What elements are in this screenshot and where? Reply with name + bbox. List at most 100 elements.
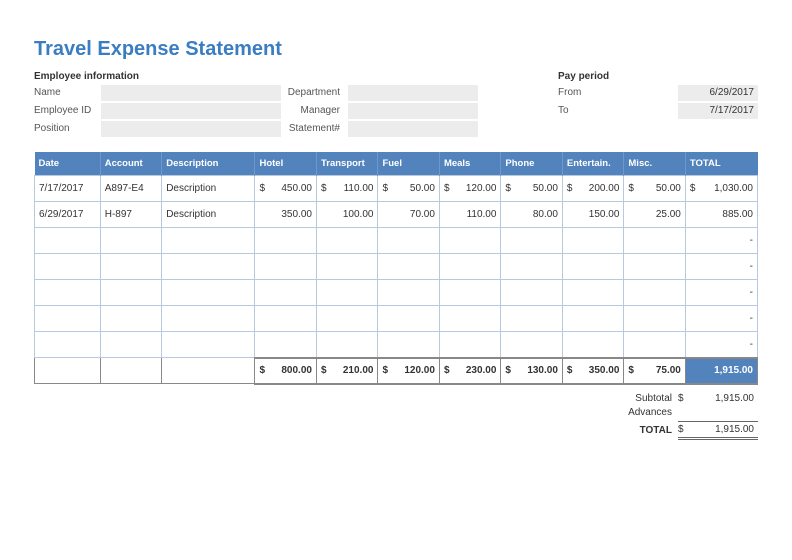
empty-cell[interactable] bbox=[439, 306, 500, 332]
empty-cell[interactable] bbox=[562, 280, 623, 306]
cell-phone[interactable]: 80.00 bbox=[501, 202, 562, 228]
subtotal-value: $1,915.00 bbox=[678, 393, 758, 404]
empty-cell[interactable] bbox=[624, 254, 685, 280]
cell-description[interactable]: Description bbox=[162, 202, 255, 228]
name-input[interactable] bbox=[101, 85, 281, 101]
table-row-empty: - bbox=[35, 332, 758, 358]
table-row-empty: - bbox=[35, 306, 758, 332]
empty-cell[interactable] bbox=[316, 332, 377, 358]
empty-cell[interactable] bbox=[501, 332, 562, 358]
empty-cell[interactable] bbox=[35, 254, 101, 280]
cell-phone[interactable]: $50.00 bbox=[501, 176, 562, 202]
col-hotel: Hotel bbox=[255, 152, 316, 176]
empty-cell[interactable] bbox=[255, 228, 316, 254]
empty-cell[interactable] bbox=[35, 280, 101, 306]
empty-cell[interactable] bbox=[562, 306, 623, 332]
cell-fuel[interactable]: 70.00 bbox=[378, 202, 439, 228]
empty-cell[interactable] bbox=[378, 254, 439, 280]
cell-date[interactable]: 7/17/2017 bbox=[35, 176, 101, 202]
empty-cell[interactable] bbox=[378, 228, 439, 254]
empty-cell[interactable] bbox=[501, 228, 562, 254]
statement-input[interactable] bbox=[348, 121, 478, 137]
col-phone: Phone bbox=[501, 152, 562, 176]
empty-cell[interactable] bbox=[162, 254, 255, 280]
empty-cell[interactable] bbox=[162, 306, 255, 332]
empty-cell[interactable] bbox=[624, 306, 685, 332]
empty-cell[interactable] bbox=[35, 228, 101, 254]
empty-cell[interactable] bbox=[439, 228, 500, 254]
empty-cell[interactable] bbox=[100, 228, 161, 254]
cell-hotel[interactable]: $450.00 bbox=[255, 176, 316, 202]
empty-cell[interactable] bbox=[439, 332, 500, 358]
advances-label: Advances bbox=[598, 407, 678, 418]
name-label: Name bbox=[34, 87, 101, 98]
empty-cell[interactable] bbox=[316, 280, 377, 306]
cell-account[interactable]: H-897 bbox=[100, 202, 161, 228]
empty-cell[interactable] bbox=[501, 254, 562, 280]
col-misc: Misc. bbox=[624, 152, 685, 176]
empty-cell[interactable] bbox=[439, 254, 500, 280]
empty-cell[interactable] bbox=[624, 228, 685, 254]
empty-cell[interactable] bbox=[162, 228, 255, 254]
department-input[interactable] bbox=[348, 85, 478, 101]
cell-transport[interactable]: 100.00 bbox=[316, 202, 377, 228]
position-input[interactable] bbox=[101, 121, 281, 137]
cell-entertain[interactable]: 150.00 bbox=[562, 202, 623, 228]
col-total: TOTAL bbox=[685, 152, 757, 176]
cell-fuel[interactable]: $50.00 bbox=[378, 176, 439, 202]
empty-cell[interactable] bbox=[35, 332, 101, 358]
empty-cell[interactable] bbox=[316, 228, 377, 254]
from-date[interactable]: 6/29/2017 bbox=[678, 85, 758, 101]
col-transport: Transport bbox=[316, 152, 377, 176]
cell-transport[interactable]: $110.00 bbox=[316, 176, 377, 202]
to-date[interactable]: 7/17/2017 bbox=[678, 103, 758, 119]
employee-id-label: Employee ID bbox=[34, 105, 101, 116]
empty-cell[interactable] bbox=[162, 332, 255, 358]
totals-misc: $75.00 bbox=[624, 358, 685, 384]
empty-cell[interactable] bbox=[255, 254, 316, 280]
empty-cell[interactable] bbox=[562, 254, 623, 280]
cell-hotel[interactable]: 350.00 bbox=[255, 202, 316, 228]
empty-cell[interactable] bbox=[255, 280, 316, 306]
summary-section: Subtotal $1,915.00 Advances TOTAL $1,915… bbox=[34, 393, 758, 440]
empty-cell[interactable] bbox=[100, 254, 161, 280]
empty-cell[interactable] bbox=[501, 280, 562, 306]
empty-cell[interactable] bbox=[255, 306, 316, 332]
empty-cell[interactable] bbox=[316, 254, 377, 280]
empty-cell[interactable] bbox=[162, 280, 255, 306]
manager-label: Manager bbox=[281, 105, 346, 116]
empty-cell[interactable] bbox=[624, 332, 685, 358]
empty-cell[interactable] bbox=[562, 332, 623, 358]
empty-cell[interactable] bbox=[378, 280, 439, 306]
totals-meals: $230.00 bbox=[439, 358, 500, 384]
employee-id-input[interactable] bbox=[101, 103, 281, 119]
totals-blank bbox=[100, 358, 161, 384]
empty-cell[interactable] bbox=[378, 306, 439, 332]
cell-meals[interactable]: 110.00 bbox=[439, 202, 500, 228]
empty-cell[interactable] bbox=[316, 306, 377, 332]
cell-misc[interactable]: 25.00 bbox=[624, 202, 685, 228]
grand-total-value: $1,915.00 bbox=[678, 421, 758, 440]
empty-cell[interactable] bbox=[378, 332, 439, 358]
empty-cell[interactable] bbox=[35, 306, 101, 332]
page-title: Travel Expense Statement bbox=[34, 38, 758, 61]
cell-entertain[interactable]: $200.00 bbox=[562, 176, 623, 202]
cell-meals[interactable]: $120.00 bbox=[439, 176, 500, 202]
empty-cell[interactable] bbox=[255, 332, 316, 358]
empty-cell: - bbox=[685, 280, 757, 306]
totals-total: 1,915.00 bbox=[685, 358, 757, 384]
cell-date[interactable]: 6/29/2017 bbox=[35, 202, 101, 228]
cell-account[interactable]: A897-E4 bbox=[100, 176, 161, 202]
empty-cell[interactable] bbox=[624, 280, 685, 306]
empty-cell[interactable] bbox=[562, 228, 623, 254]
manager-input[interactable] bbox=[348, 103, 478, 119]
cell-description[interactable]: Description bbox=[162, 176, 255, 202]
position-label: Position bbox=[34, 123, 101, 134]
empty-cell[interactable] bbox=[501, 306, 562, 332]
empty-cell[interactable] bbox=[439, 280, 500, 306]
cell-misc[interactable]: $50.00 bbox=[624, 176, 685, 202]
totals-hotel: $800.00 bbox=[255, 358, 316, 384]
empty-cell[interactable] bbox=[100, 306, 161, 332]
empty-cell[interactable] bbox=[100, 332, 161, 358]
empty-cell[interactable] bbox=[100, 280, 161, 306]
